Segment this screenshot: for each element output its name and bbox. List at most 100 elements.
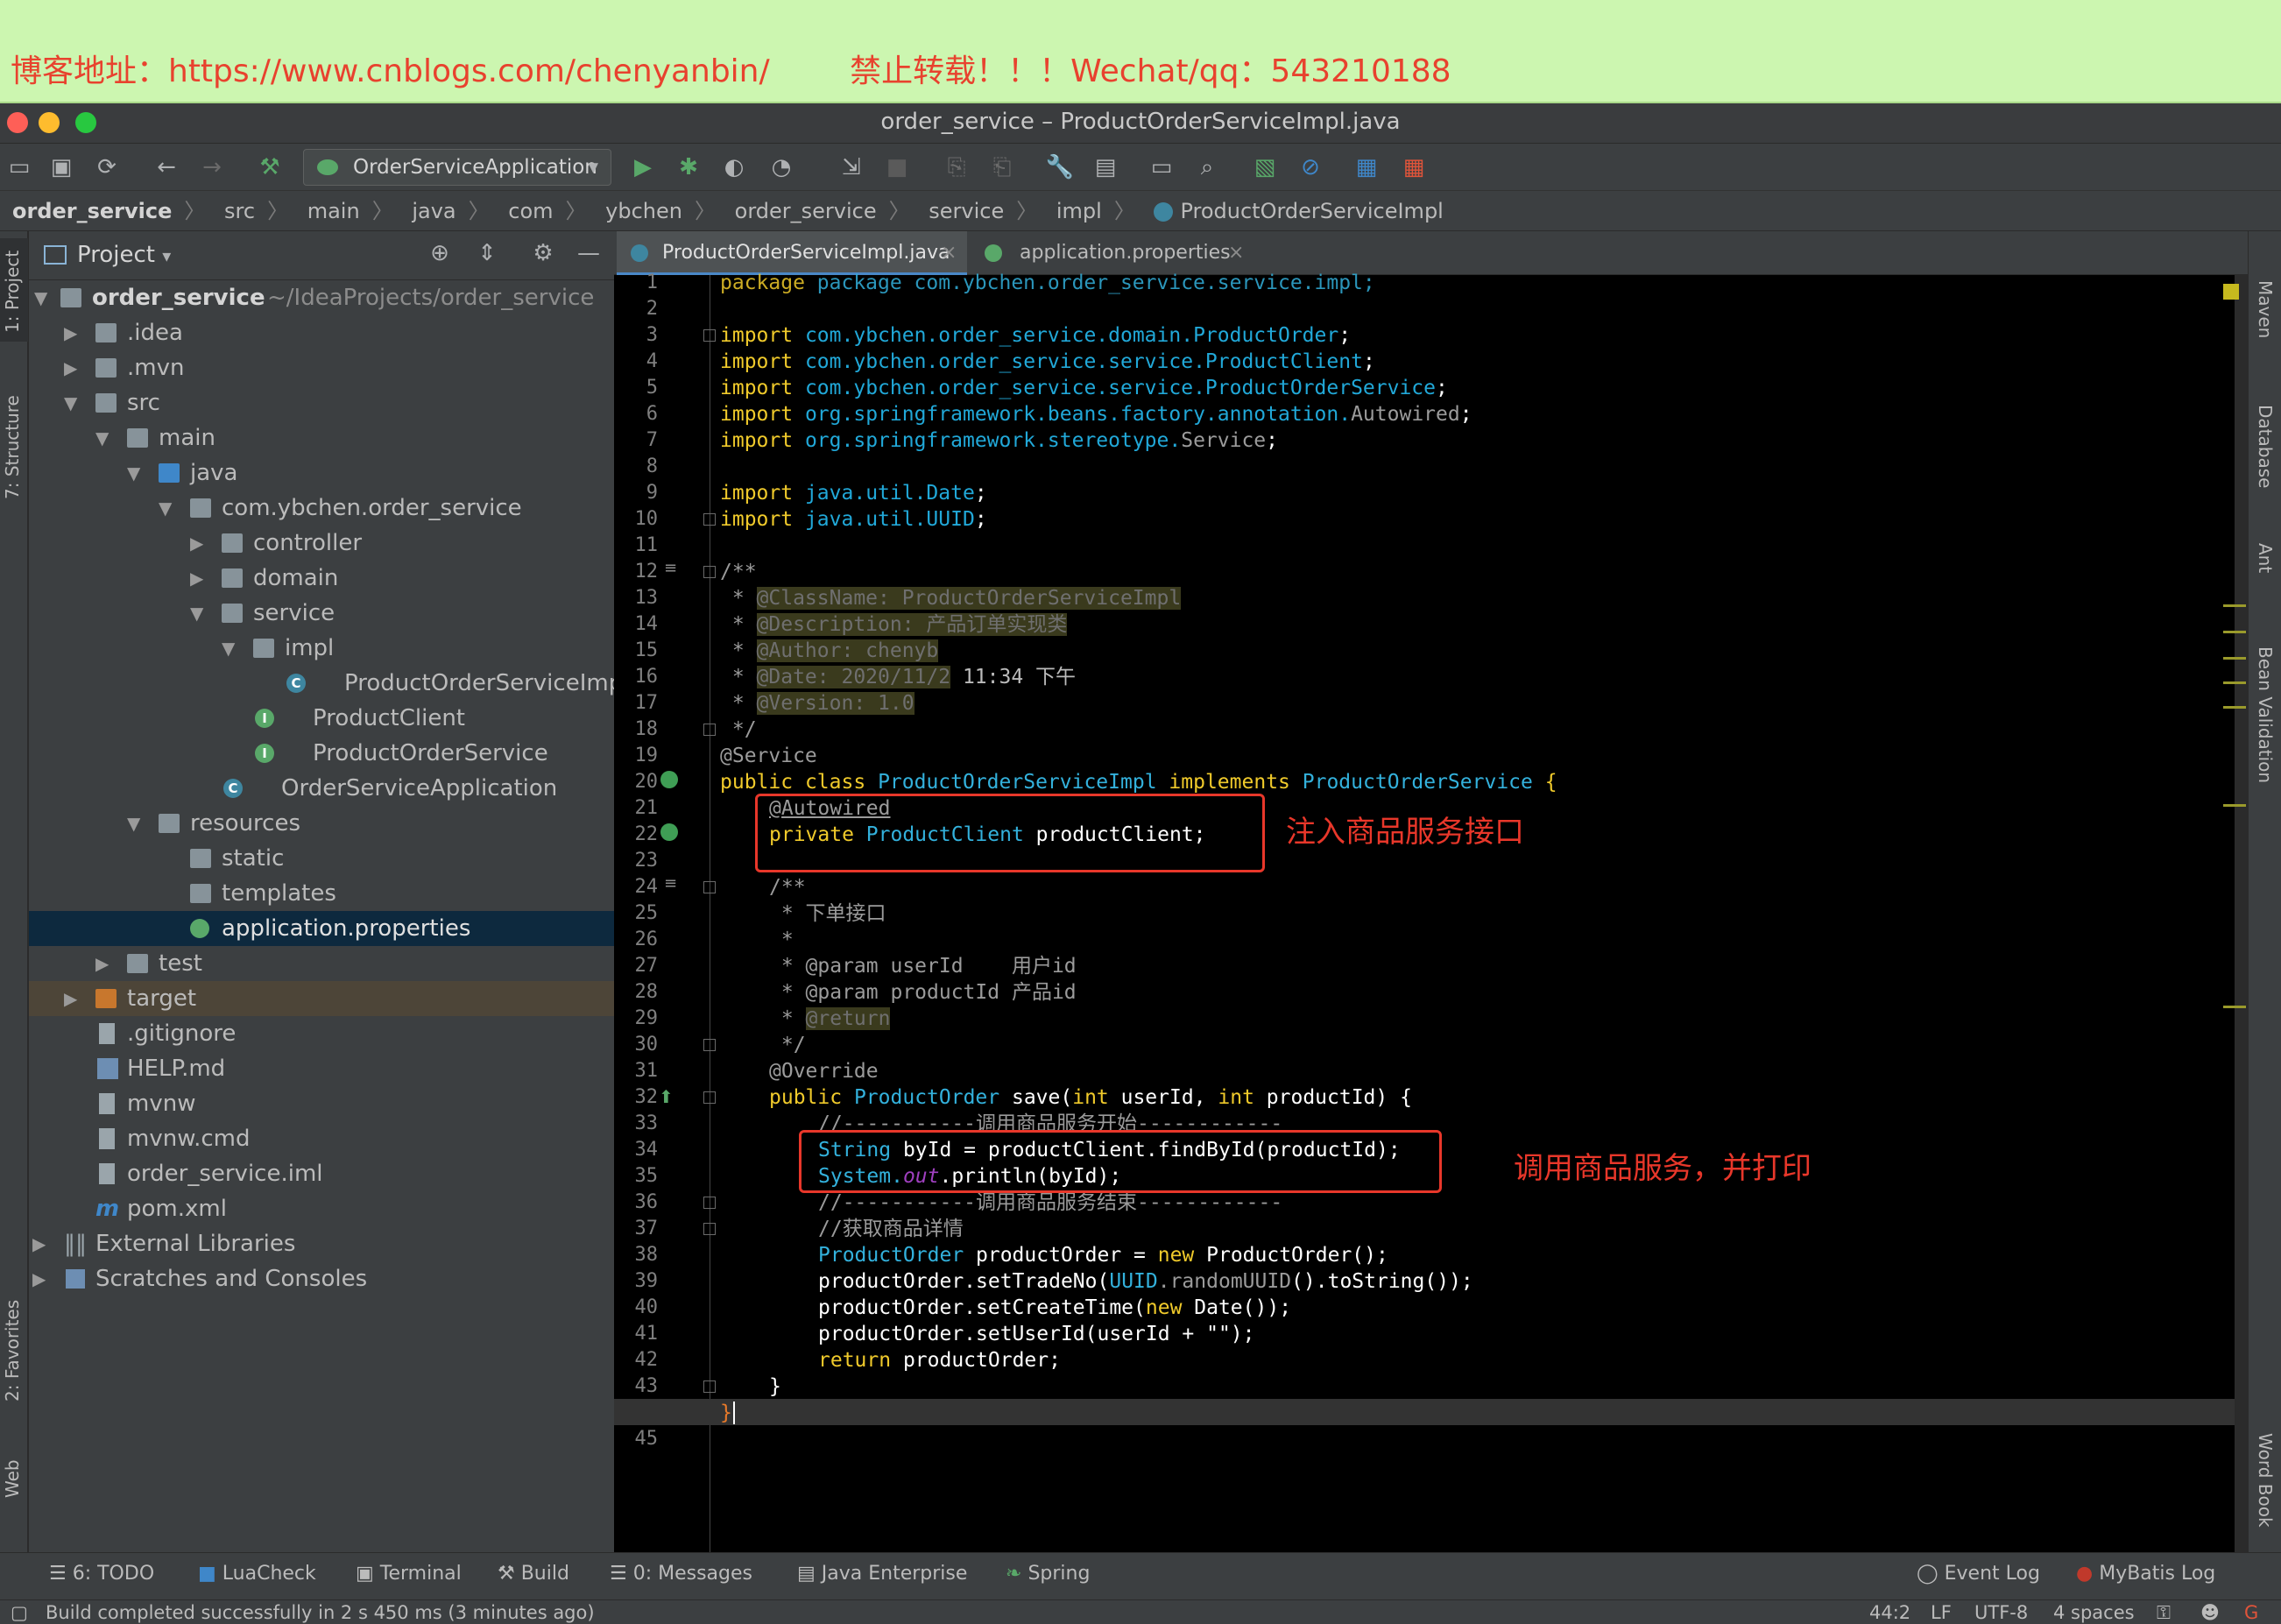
tree-item-controller[interactable]: ▶ controller xyxy=(29,526,614,561)
tree-item-main[interactable]: ▼ main xyxy=(29,420,614,455)
close-tab-icon[interactable]: × xyxy=(941,231,957,275)
tree-item-impl[interactable]: ▼ impl xyxy=(29,631,614,666)
tree-item-order-service[interactable]: ▼ order_service ~/IdeaProjects/order_ser… xyxy=(29,280,614,315)
messages-tool-button[interactable]: ☰ 0: Messages xyxy=(610,1563,752,1585)
run-configuration-select[interactable]: OrderServiceApplication ▾ xyxy=(303,149,611,186)
breadcrumb-item[interactable]: main xyxy=(307,199,360,223)
tree-item-productorderservice[interactable]: I ProductOrderService xyxy=(29,736,614,771)
file-encoding[interactable]: UTF-8 xyxy=(1974,1602,2028,1623)
doc-render-icon[interactable]: ≡ xyxy=(664,874,677,893)
java-enterprise-tool-button[interactable]: ▤ Java Enterprise xyxy=(797,1563,967,1585)
tree-item-gitignore[interactable]: .gitignore xyxy=(29,1016,614,1051)
wrench-icon[interactable]: 🔧 xyxy=(1042,151,1077,184)
fold-marker-icon[interactable] xyxy=(703,1197,716,1209)
inspector-icon[interactable]: ☻ xyxy=(2200,1602,2220,1623)
hide-panel-icon[interactable]: — xyxy=(571,237,606,270)
maven-tool-label[interactable]: Maven xyxy=(2255,280,2276,338)
run-icon[interactable]: ▶ xyxy=(625,151,660,184)
tree-item-domain[interactable]: ▶ domain xyxy=(29,561,614,596)
line-separator[interactable]: LF xyxy=(1931,1602,1952,1623)
debug-icon[interactable]: ✱ xyxy=(671,151,706,184)
coverage-icon[interactable]: ◐ xyxy=(717,151,752,184)
tree-item-static[interactable]: static xyxy=(29,841,614,876)
fold-marker-icon[interactable] xyxy=(703,1223,716,1235)
web-tool-label[interactable]: Web xyxy=(2,1459,23,1498)
project-structure-icon[interactable]: ▤ xyxy=(1088,151,1123,184)
tree-item-idea[interactable]: ▶ .idea xyxy=(29,315,614,350)
collapse-all-icon[interactable]: ⇕ xyxy=(470,237,505,270)
translate-icon[interactable]: ▦ xyxy=(1349,151,1384,184)
tree-item-package[interactable]: ▼ com.ybchen.order_service xyxy=(29,491,614,526)
tab-productorderserviceimpl[interactable]: ProductOrderServiceImpl.java × xyxy=(617,231,967,275)
tab-application-properties[interactable]: application.properties × xyxy=(972,231,1253,275)
profile-icon[interactable]: ◔ xyxy=(764,151,799,184)
database-tool-label[interactable]: Database xyxy=(2255,405,2276,488)
project-tool-label[interactable]: 1: Project xyxy=(2,251,23,333)
tree-item-productorderserviceimpl[interactable]: C ProductOrderServiceImpl xyxy=(29,666,629,701)
mybatis-log-tool-button[interactable]: ● MyBatis Log xyxy=(2076,1563,2215,1585)
monitor-icon[interactable]: ▧ xyxy=(1247,151,1282,184)
close-tab-icon[interactable]: × xyxy=(1228,231,1244,275)
vcs-commit-icon[interactable]: ⎗ xyxy=(985,151,1020,184)
fold-marker-icon[interactable] xyxy=(703,1380,716,1393)
fold-marker-icon[interactable] xyxy=(703,1039,716,1051)
breadcrumb-item[interactable]: impl xyxy=(1056,199,1102,223)
stop-icon[interactable]: ■ xyxy=(879,151,915,184)
breadcrumb-item[interactable]: order_service xyxy=(735,199,877,223)
error-stripe-marker[interactable] xyxy=(2223,681,2246,684)
spring-bean-icon[interactable] xyxy=(660,771,678,788)
structure-tool-label[interactable]: 7: Structure xyxy=(2,395,23,499)
tree-item-src[interactable]: ▼ src xyxy=(29,385,614,420)
fold-marker-icon[interactable] xyxy=(703,724,716,736)
breadcrumb-item[interactable]: service xyxy=(929,199,1004,223)
todo-tool-button[interactable]: ☰ 6: TODO xyxy=(49,1563,154,1585)
fold-marker-icon[interactable] xyxy=(703,513,716,526)
tree-item-templates[interactable]: templates xyxy=(29,876,614,911)
tree-item-target[interactable]: ▶ target xyxy=(29,981,614,1016)
terminal-tool-button[interactable]: ▣ Terminal xyxy=(356,1563,462,1585)
locate-icon[interactable]: ⊕ xyxy=(422,237,457,270)
save-icon[interactable]: ▣ xyxy=(44,151,79,184)
translate-replace-icon[interactable]: ▦ xyxy=(1396,151,1431,184)
status-message[interactable]: Build completed successfully in 2 s 450 … xyxy=(46,1602,595,1623)
tree-item-resources[interactable]: ▼ resources xyxy=(29,806,614,841)
tree-item-mvn[interactable]: ▶ .mvn xyxy=(29,350,614,385)
tree-item-scratches[interactable]: ▶ Scratches and Consoles xyxy=(29,1261,614,1296)
tree-item-application-properties[interactable]: application.properties xyxy=(29,911,614,946)
error-stripe-marker[interactable] xyxy=(2223,706,2246,709)
fold-marker-icon[interactable] xyxy=(703,1091,716,1104)
spring-tool-button[interactable]: ❧ Spring xyxy=(1006,1563,1090,1585)
tree-item-pom[interactable]: m pom.xml xyxy=(29,1191,614,1226)
word-book-tool-label[interactable]: Word Book xyxy=(2255,1433,2276,1528)
luacheck-tool-button[interactable]: ■ LuaCheck xyxy=(198,1563,316,1585)
search-icon[interactable]: ⌕ xyxy=(1190,151,1225,184)
error-stripe-marker[interactable] xyxy=(2223,804,2246,807)
tree-item-service[interactable]: ▼ service xyxy=(29,596,614,631)
error-stripe-marker[interactable] xyxy=(2223,657,2246,660)
forward-icon[interactable]: → xyxy=(194,151,230,184)
error-stripe-marker[interactable] xyxy=(2223,1006,2246,1008)
caret-position[interactable]: 44:2 xyxy=(1869,1602,1910,1623)
tree-item-productclient[interactable]: I ProductClient xyxy=(29,701,614,736)
override-method-icon[interactable]: ⬆ xyxy=(659,1086,674,1107)
back-icon[interactable]: ← xyxy=(149,151,184,184)
fold-marker-icon[interactable] xyxy=(703,566,716,578)
attach-debugger-icon[interactable]: ⇲ xyxy=(834,151,869,184)
tree-item-external-libraries[interactable]: ▶ ‖‖ External Libraries xyxy=(29,1226,614,1261)
open-icon[interactable]: ▭ xyxy=(2,151,37,184)
autowired-navigate-icon[interactable] xyxy=(660,823,678,841)
inspection-status-icon[interactable] xyxy=(2223,284,2239,300)
error-stripe-marker[interactable] xyxy=(2223,631,2246,633)
project-panel-title[interactable]: Project ▾ xyxy=(77,242,171,268)
tree-item-orderserviceapplication[interactable]: C OrderServiceApplication xyxy=(29,771,614,806)
status-panel-toggle-icon[interactable]: ▢ xyxy=(11,1602,28,1623)
error-stripe-marker[interactable] xyxy=(2223,604,2246,607)
lock-icon[interactable]: ⚿ xyxy=(2157,1602,2171,1624)
favorites-tool-label[interactable]: 2: Favorites xyxy=(2,1300,23,1402)
tree-item-test[interactable]: ▶ test xyxy=(29,946,614,981)
disable-icon[interactable]: ⊘ xyxy=(1293,151,1328,184)
breadcrumb-item[interactable]: com xyxy=(508,199,553,223)
vcs-update-icon[interactable]: ⎘ xyxy=(939,151,974,184)
fold-marker-icon[interactable] xyxy=(703,329,716,342)
ant-tool-label[interactable]: Ant xyxy=(2255,543,2276,573)
